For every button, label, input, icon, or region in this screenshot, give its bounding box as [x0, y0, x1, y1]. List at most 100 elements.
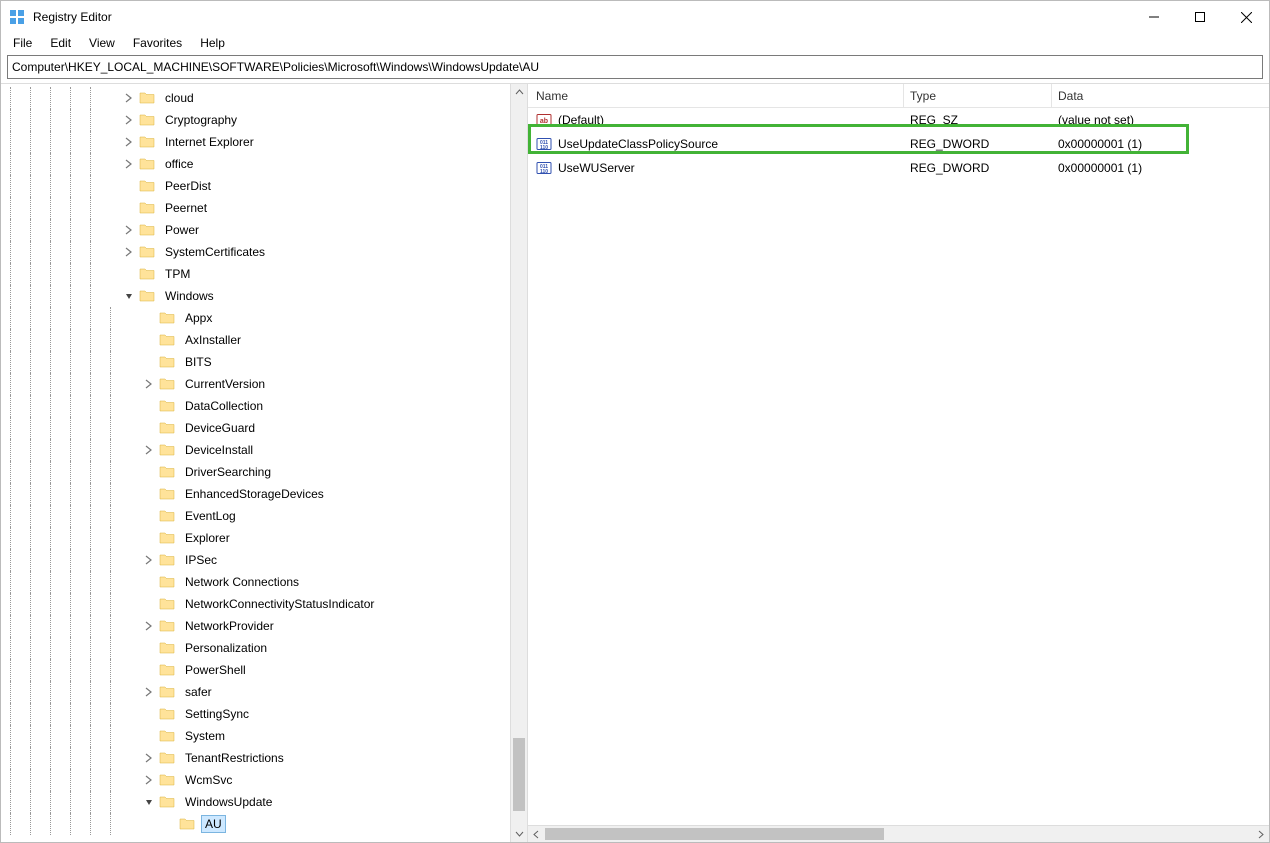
tree-item-label: DriverSearching [181, 463, 275, 481]
menu-help[interactable]: Help [192, 34, 233, 52]
chevron-down-icon[interactable] [121, 288, 137, 304]
tree-item[interactable]: DeviceGuard [1, 417, 509, 439]
tree-item[interactable]: Windows [1, 285, 509, 307]
folder-icon [159, 310, 175, 326]
minimize-button[interactable] [1131, 1, 1177, 33]
folder-icon [139, 156, 155, 172]
folder-icon [159, 376, 175, 392]
close-button[interactable] [1223, 1, 1269, 33]
tree-item-label: Explorer [181, 529, 234, 547]
folder-icon [159, 398, 175, 414]
tree-item-label: Power [161, 221, 203, 239]
header-name[interactable]: Name [528, 84, 904, 107]
tree-item-label: DeviceGuard [181, 419, 259, 437]
chevron-right-icon[interactable] [121, 90, 137, 106]
tree-panel: cloudCryptography Internet Explorer office… [1, 84, 528, 842]
tree-item[interactable]: Appx [1, 307, 509, 329]
tree-item[interactable]: DriverSearching [1, 461, 509, 483]
chevron-right-icon[interactable] [141, 376, 157, 392]
chevron-right-icon[interactable] [121, 222, 137, 238]
chevron-right-icon[interactable] [141, 552, 157, 568]
maximize-button[interactable] [1177, 1, 1223, 33]
tree-item[interactable]: Internet Explorer [1, 131, 509, 153]
values-panel: Name Type Data ab(Default)REG_SZ(value n… [528, 84, 1269, 842]
tree-item[interactable]: DataCollection [1, 395, 509, 417]
chevron-right-icon[interactable] [121, 112, 137, 128]
chevron-right-icon[interactable] [141, 618, 157, 634]
chevron-right-icon[interactable] [121, 156, 137, 172]
tree-item-label: safer [181, 683, 216, 701]
tree-item[interactable]: IPSec [1, 549, 509, 571]
expander-none [141, 728, 157, 744]
chevron-right-icon[interactable] [141, 772, 157, 788]
tree-item[interactable]: SystemCertificates [1, 241, 509, 263]
tree-item[interactable]: safer [1, 681, 509, 703]
address-bar[interactable]: Computer\HKEY_LOCAL_MACHINE\SOFTWARE\Pol… [7, 55, 1263, 79]
hscroll-thumb[interactable] [545, 828, 884, 840]
scroll-right-icon[interactable] [1252, 826, 1269, 842]
tree-item[interactable]: NetworkProvider [1, 615, 509, 637]
tree-item-label: SettingSync [181, 705, 253, 723]
tree-item-label: Network Connections [181, 573, 303, 591]
tree-item[interactable]: cloud [1, 87, 509, 109]
tree-item-label: Internet Explorer [161, 133, 258, 151]
folder-icon [159, 640, 175, 656]
chevron-right-icon[interactable] [141, 684, 157, 700]
tree-item[interactable]: AxInstaller [1, 329, 509, 351]
chevron-right-icon[interactable] [141, 750, 157, 766]
tree-item[interactable]: Personalization [1, 637, 509, 659]
header-data[interactable]: Data [1052, 84, 1269, 107]
scroll-down-icon[interactable] [511, 825, 527, 842]
tree-item[interactable]: Power [1, 219, 509, 241]
menu-edit[interactable]: Edit [42, 34, 79, 52]
tree-item[interactable]: System [1, 725, 509, 747]
registry-tree[interactable]: cloudCryptography Internet Explorer office… [1, 84, 509, 835]
folder-icon [139, 288, 155, 304]
tree-item[interactable]: Network Connections [1, 571, 509, 593]
menu-view[interactable]: View [81, 34, 123, 52]
tree-item[interactable]: TPM [1, 263, 509, 285]
scroll-up-icon[interactable] [511, 84, 527, 101]
folder-icon [159, 552, 175, 568]
chevron-right-icon[interactable] [121, 244, 137, 260]
tree-item[interactable]: TenantRestrictions [1, 747, 509, 769]
chevron-right-icon[interactable] [121, 134, 137, 150]
values-hscrollbar[interactable] [528, 825, 1269, 842]
value-row[interactable]: 011110UseWUServerREG_DWORD0x00000001 (1) [528, 156, 1269, 180]
tree-item[interactable]: AU [1, 813, 509, 835]
value-name: UseWUServer [558, 161, 635, 175]
menu-favorites[interactable]: Favorites [125, 34, 190, 52]
tree-item-label: NetworkConnectivityStatusIndicator [181, 595, 378, 613]
header-type[interactable]: Type [904, 84, 1052, 107]
menu-file[interactable]: File [5, 34, 40, 52]
tree-item[interactable]: NetworkConnectivityStatusIndicator [1, 593, 509, 615]
tree-item[interactable]: WindowsUpdate [1, 791, 509, 813]
value-row[interactable]: 011110UseUpdateClassPolicySourceREG_DWOR… [528, 132, 1269, 156]
tree-item[interactable]: BITS [1, 351, 509, 373]
tree-item[interactable]: PeerDist [1, 175, 509, 197]
tree-item[interactable]: WcmSvc [1, 769, 509, 791]
tree-scrollbar[interactable] [510, 84, 527, 842]
value-name: UseUpdateClassPolicySource [558, 137, 718, 151]
tree-item-label: Peernet [161, 199, 211, 217]
chevron-down-icon[interactable] [141, 794, 157, 810]
tree-item-label: AxInstaller [181, 331, 245, 349]
expander-none [141, 574, 157, 590]
tree-item[interactable]: PowerShell [1, 659, 509, 681]
tree-item[interactable]: EnhancedStorageDevices [1, 483, 509, 505]
tree-item[interactable]: office [1, 153, 509, 175]
tree-item[interactable]: SettingSync [1, 703, 509, 725]
tree-item[interactable]: Cryptography [1, 109, 509, 131]
tree-item-label: PeerDist [161, 177, 215, 195]
tree-item[interactable]: Peernet [1, 197, 509, 219]
chevron-right-icon[interactable] [141, 442, 157, 458]
tree-item[interactable]: DeviceInstall [1, 439, 509, 461]
scroll-left-icon[interactable] [528, 826, 545, 842]
folder-icon [139, 178, 155, 194]
tree-item[interactable]: EventLog [1, 505, 509, 527]
value-row[interactable]: ab(Default)REG_SZ(value not set) [528, 108, 1269, 132]
tree-item[interactable]: CurrentVersion [1, 373, 509, 395]
scroll-thumb[interactable] [513, 738, 525, 810]
app-icon [9, 9, 25, 25]
tree-item[interactable]: Explorer [1, 527, 509, 549]
